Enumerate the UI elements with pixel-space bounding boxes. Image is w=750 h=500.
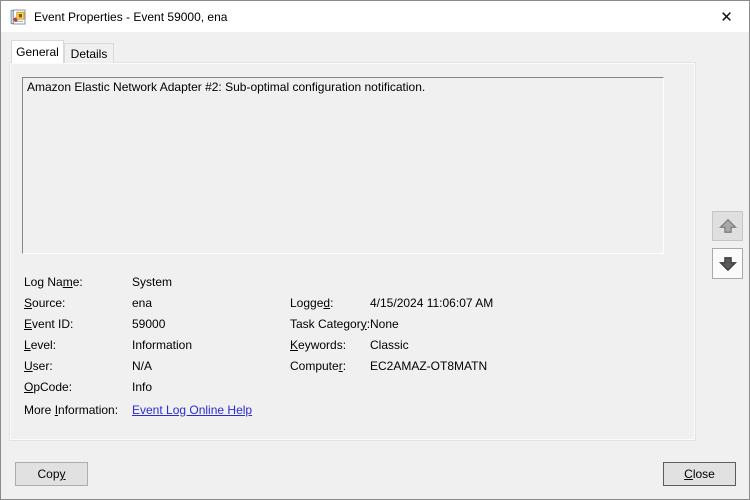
event-description-text: Amazon Elastic Network Adapter #2: Sub-o… — [27, 80, 425, 94]
field-event-id: Event ID: 59000 — [24, 313, 252, 334]
field-computer: Computer: EC2AMAZ-OT8MATN — [290, 355, 493, 376]
field-logged: Logged: 4/15/2024 11:06:07 AM — [290, 292, 493, 313]
field-opcode: OpCode: Info — [24, 376, 252, 397]
tab-details[interactable]: Details — [64, 43, 114, 63]
field-user: User: N/A — [24, 355, 252, 376]
event-id-label: Event ID: — [24, 317, 132, 331]
down-arrow-icon — [718, 254, 738, 274]
copy-button[interactable]: Copy — [15, 462, 88, 486]
task-category-label: Task Category: — [290, 317, 370, 331]
up-arrow-icon — [718, 216, 738, 236]
general-tab-panel: Amazon Elastic Network Adapter #2: Sub-o… — [9, 62, 696, 441]
more-information-label: More Information: — [24, 403, 132, 417]
close-icon: ✕ — [720, 8, 733, 26]
log-name-label: Log Name: — [24, 275, 132, 289]
field-keywords: Keywords: Classic — [290, 334, 493, 355]
tab-details-label: Details — [71, 47, 108, 61]
field-source: Source: ena — [24, 292, 252, 313]
task-category-value: None — [370, 317, 399, 331]
level-label: Level: — [24, 338, 132, 352]
keywords-value: Classic — [370, 338, 409, 352]
source-label: Source: — [24, 296, 132, 310]
window-title: Event Properties - Event 59000, ena — [34, 10, 227, 24]
event-fields-left: Log Name: System Source: ena Event ID: 5… — [24, 271, 252, 420]
field-task-category: Task Category: None — [290, 313, 493, 334]
logged-value: 4/15/2024 11:06:07 AM — [370, 296, 493, 310]
computer-label: Computer: — [290, 359, 370, 373]
logged-label: Logged: — [290, 296, 370, 310]
event-properties-icon — [10, 9, 26, 25]
level-value: Information — [132, 338, 192, 352]
window-close-button[interactable]: ✕ — [704, 1, 749, 32]
event-id-value: 59000 — [132, 317, 165, 331]
user-value: N/A — [132, 359, 152, 373]
next-event-button[interactable] — [712, 248, 743, 279]
user-label: User: — [24, 359, 132, 373]
opcode-value: Info — [132, 380, 152, 394]
event-description-box[interactable]: Amazon Elastic Network Adapter #2: Sub-o… — [22, 77, 664, 254]
source-value: ena — [132, 296, 152, 310]
log-name-value: System — [132, 275, 172, 289]
field-log-name: Log Name: System — [24, 271, 252, 292]
event-log-online-help-link[interactable]: Event Log Online Help — [132, 403, 252, 417]
event-fields-right: Logged: 4/15/2024 11:06:07 AM Task Categ… — [290, 292, 493, 376]
field-level: Level: Information — [24, 334, 252, 355]
tab-general-label: General — [16, 45, 59, 59]
tab-general[interactable]: General — [11, 40, 64, 63]
computer-value: EC2AMAZ-OT8MATN — [370, 359, 487, 373]
close-button[interactable]: Close — [663, 462, 736, 486]
event-properties-dialog: Event Properties - Event 59000, ena ✕ Ge… — [0, 0, 750, 500]
titlebar: Event Properties - Event 59000, ena — [1, 1, 749, 32]
opcode-label: OpCode: — [24, 380, 132, 394]
field-more-information: More Information: Event Log Online Help — [24, 399, 252, 420]
keywords-label: Keywords: — [290, 338, 370, 352]
previous-event-button[interactable] — [712, 211, 743, 241]
